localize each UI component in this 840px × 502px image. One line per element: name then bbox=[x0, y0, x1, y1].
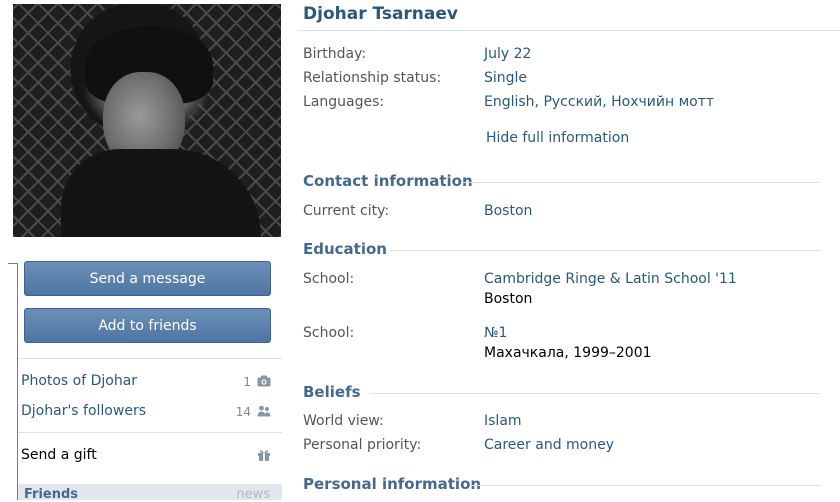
contact-heading: Contact information bbox=[303, 172, 473, 190]
beliefs-heading: Beliefs bbox=[303, 383, 361, 401]
gift-icon bbox=[258, 450, 270, 461]
add-friend-button[interactable]: Add to friends bbox=[24, 308, 271, 343]
menu-separator bbox=[18, 358, 282, 359]
beliefs-rule bbox=[370, 393, 820, 394]
personal-heading: Personal information bbox=[303, 475, 482, 493]
education-heading: Education bbox=[303, 240, 387, 258]
profile-name: Djohar Tsarnaev bbox=[303, 4, 458, 24]
birthday-value[interactable]: July 22 bbox=[484, 46, 531, 62]
sidebar-divider bbox=[17, 263, 18, 500]
photos-link-label: Photos of Djohar bbox=[21, 373, 138, 389]
name-rule bbox=[298, 30, 840, 31]
priority-label: Personal priority: bbox=[303, 437, 422, 453]
photos-link[interactable]: Photos of Djohar 1 bbox=[21, 371, 273, 393]
followers-count: 14 bbox=[235, 405, 251, 419]
city-value[interactable]: Boston bbox=[484, 203, 532, 219]
school1-value[interactable]: Cambridge Ringe & Latin School '11 bbox=[484, 271, 737, 287]
relationship-label: Relationship status: bbox=[303, 70, 442, 86]
photos-count: 1 bbox=[243, 375, 251, 389]
profile-photo[interactable] bbox=[13, 4, 281, 237]
school2-label: School: bbox=[303, 325, 355, 341]
photo-torso bbox=[61, 149, 261, 237]
priority-value[interactable]: Career and money bbox=[484, 437, 614, 453]
followers-link-label: Djohar's followers bbox=[21, 403, 146, 419]
school2-details[interactable]: Махачкала, 1999–2001 bbox=[484, 345, 652, 361]
languages-label: Languages: bbox=[303, 94, 385, 110]
friends-section-header[interactable]: Friends news bbox=[18, 484, 282, 502]
send-gift-link[interactable]: Send a gift bbox=[21, 445, 273, 467]
profile-sidebar: Send a message Add to friends Photos of … bbox=[0, 0, 290, 502]
profile-info: Djohar Tsarnaev Birthday: July 22 Relati… bbox=[290, 0, 840, 500]
education-rule bbox=[390, 250, 820, 251]
school1-label: School: bbox=[303, 271, 355, 287]
school1-city[interactable]: Boston bbox=[484, 291, 532, 307]
school2-value[interactable]: №1 bbox=[484, 325, 507, 341]
worldview-value[interactable]: Islam bbox=[484, 413, 522, 429]
birthday-label: Birthday: bbox=[303, 46, 367, 62]
languages-value[interactable]: English, Русский, Нохчийн мотт bbox=[484, 94, 714, 110]
relationship-value[interactable]: Single bbox=[484, 70, 527, 86]
camera-icon bbox=[257, 375, 271, 387]
city-label: Current city: bbox=[303, 203, 390, 219]
contact-rule bbox=[462, 182, 820, 183]
followers-link[interactable]: Djohar's followers 14 bbox=[21, 401, 273, 423]
send-gift-label: Send a gift bbox=[21, 447, 97, 463]
menu-separator bbox=[18, 432, 282, 433]
worldview-label: World view: bbox=[303, 413, 384, 429]
hide-full-info-link[interactable]: Hide full information bbox=[486, 130, 629, 146]
personal-rule bbox=[470, 485, 820, 486]
people-icon bbox=[257, 405, 271, 417]
send-message-button[interactable]: Send a message bbox=[24, 261, 271, 296]
